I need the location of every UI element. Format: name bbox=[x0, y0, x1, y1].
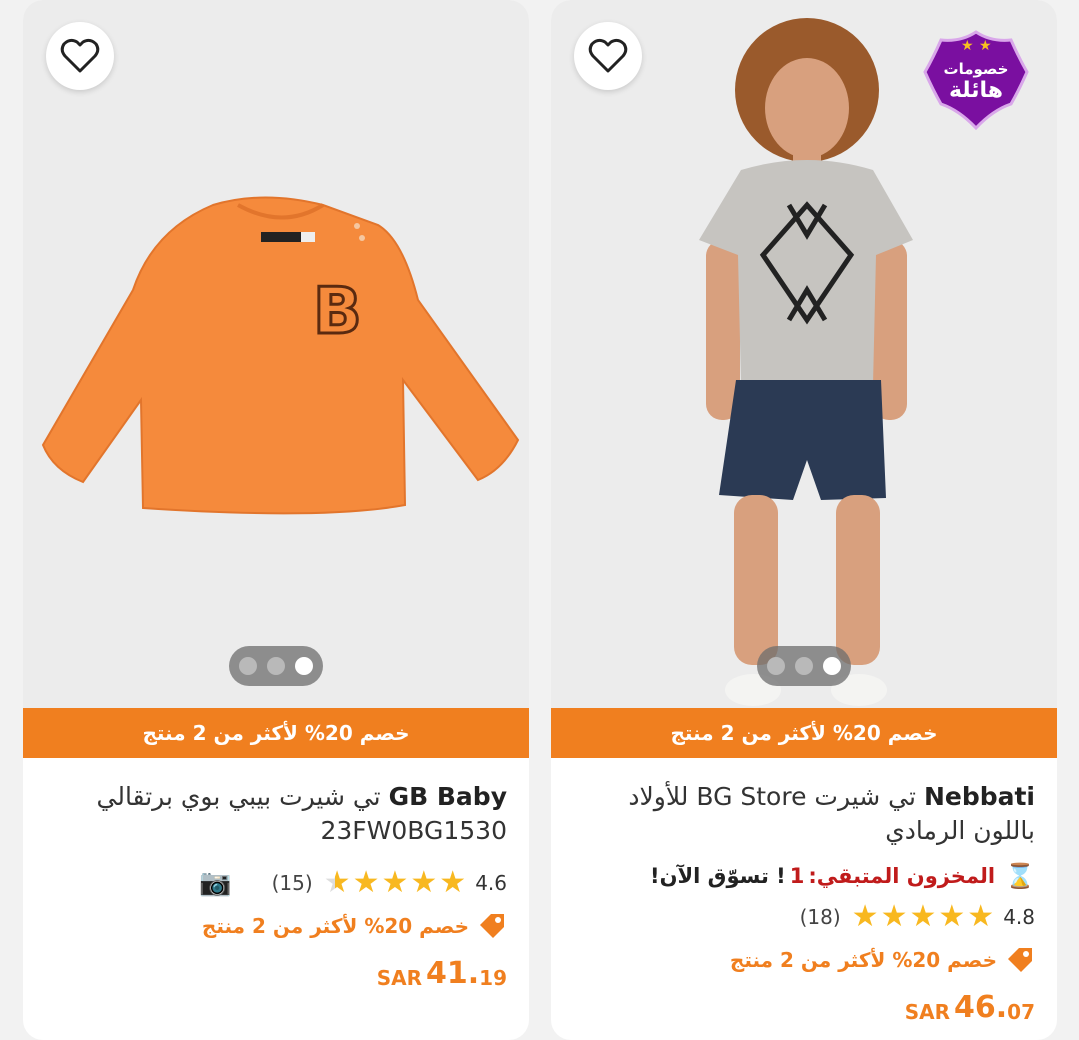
heart-icon bbox=[588, 38, 628, 73]
star-icon: ★ bbox=[381, 865, 409, 900]
product-image-area[interactable]: ★ ★ خصومات هائلة bbox=[551, 0, 1057, 708]
badge-line1: خصومات bbox=[943, 60, 1009, 78]
stock-count: 1 bbox=[789, 864, 805, 888]
camera-icon: 📷 bbox=[199, 868, 232, 898]
product-image: B bbox=[41, 196, 520, 515]
deals-badge: ★ ★ خصومات هائلة bbox=[921, 28, 1031, 132]
price-currency: SAR bbox=[904, 1000, 950, 1024]
carousel-dot[interactable] bbox=[767, 657, 785, 675]
promo-bar: خصم 20% لأكثر من 2 منتج bbox=[23, 708, 529, 758]
rating-row: 4.8 ★ ★ ★ ★ ★ (18) bbox=[573, 896, 1035, 938]
carousel-dot[interactable] bbox=[795, 657, 813, 675]
tag-icon bbox=[480, 914, 504, 938]
star-icon: ★ bbox=[410, 865, 438, 900]
deal-row: خصم 20% لأكثر من 2 منتج bbox=[45, 904, 507, 948]
product-title[interactable]: GB Baby تي شيرت بيبي بوي برتقالي 23FW0BG… bbox=[45, 780, 507, 848]
star-icon: ★ bbox=[880, 899, 908, 934]
stock-label: المخزون المتبقي: bbox=[808, 864, 996, 888]
price: SAR 46. 07 bbox=[573, 982, 1035, 1032]
rating-value: 4.8 bbox=[1003, 905, 1035, 929]
svg-text:B: B bbox=[313, 275, 362, 349]
hourglass-icon: ⌛ bbox=[1005, 862, 1035, 890]
deal-text: خصم 20% لأكثر من 2 منتج bbox=[201, 914, 469, 938]
rating-row: 4.6 ★ ★ ★ ★ ★ (15) 📷 bbox=[45, 862, 507, 904]
review-count: (18) bbox=[799, 905, 841, 929]
product-name: تي شيرت بيبي بوي برتقالي bbox=[96, 782, 381, 811]
promo-bar: خصم 20% لأكثر من 2 منتج bbox=[551, 708, 1057, 758]
rating-value: 4.6 bbox=[475, 871, 507, 895]
svg-text:★: ★ bbox=[961, 38, 974, 54]
wishlist-button[interactable] bbox=[46, 22, 114, 90]
wishlist-button[interactable] bbox=[574, 22, 642, 90]
brand-name: GB Baby bbox=[388, 782, 507, 811]
svg-text:★: ★ bbox=[979, 38, 992, 54]
carousel-dot-active[interactable] bbox=[295, 657, 313, 675]
half-star-icon: ★ bbox=[323, 865, 351, 900]
star-icon: ★ bbox=[851, 899, 879, 934]
star-icon: ★ bbox=[938, 899, 966, 934]
star-icon: ★ bbox=[352, 865, 380, 900]
product-title[interactable]: Nebbati تي شيرت BG Store للأولاد باللون … bbox=[573, 780, 1035, 848]
product-card[interactable]: B خصم 20% لأكثر من 2 منتج GB Baby تي شير… bbox=[23, 0, 529, 1040]
carousel-dot[interactable] bbox=[267, 657, 285, 675]
badge-line2: هائلة bbox=[948, 78, 1004, 103]
product-sku: 23FW0BG1530 bbox=[320, 816, 507, 845]
price-integer: 41. bbox=[426, 955, 480, 991]
price-currency: SAR bbox=[376, 966, 422, 990]
star-icon: ★ bbox=[439, 865, 467, 900]
heart-icon bbox=[60, 38, 100, 73]
stock-cta: ! تسوّق الآن! bbox=[650, 864, 786, 888]
price-decimal: 07 bbox=[1007, 1000, 1035, 1024]
deal-text: خصم 20% لأكثر من 2 منتج bbox=[729, 948, 997, 972]
product-card[interactable]: ★ ★ خصومات هائلة خصم 20% لأكثر من 2 منتج… bbox=[551, 0, 1057, 1040]
image-carousel-dots[interactable] bbox=[229, 646, 323, 686]
brand-name: Nebbati bbox=[923, 782, 1035, 811]
product-image-area[interactable]: B bbox=[23, 0, 529, 708]
star-icon: ★ bbox=[967, 899, 995, 934]
carousel-dot[interactable] bbox=[239, 657, 257, 675]
tag-icon bbox=[1008, 948, 1032, 972]
review-count: (15) bbox=[271, 871, 313, 895]
star-icon: ★ bbox=[909, 899, 937, 934]
price-integer: 46. bbox=[954, 989, 1008, 1025]
deal-row: خصم 20% لأكثر من 2 منتج bbox=[573, 938, 1035, 982]
carousel-dot-active[interactable] bbox=[823, 657, 841, 675]
price: SAR 41. 19 bbox=[45, 948, 507, 998]
stock-row: ⌛ المخزون المتبقي: 1 ! تسوّق الآن! bbox=[573, 856, 1035, 896]
price-decimal: 19 bbox=[479, 966, 507, 990]
image-carousel-dots[interactable] bbox=[757, 646, 851, 686]
